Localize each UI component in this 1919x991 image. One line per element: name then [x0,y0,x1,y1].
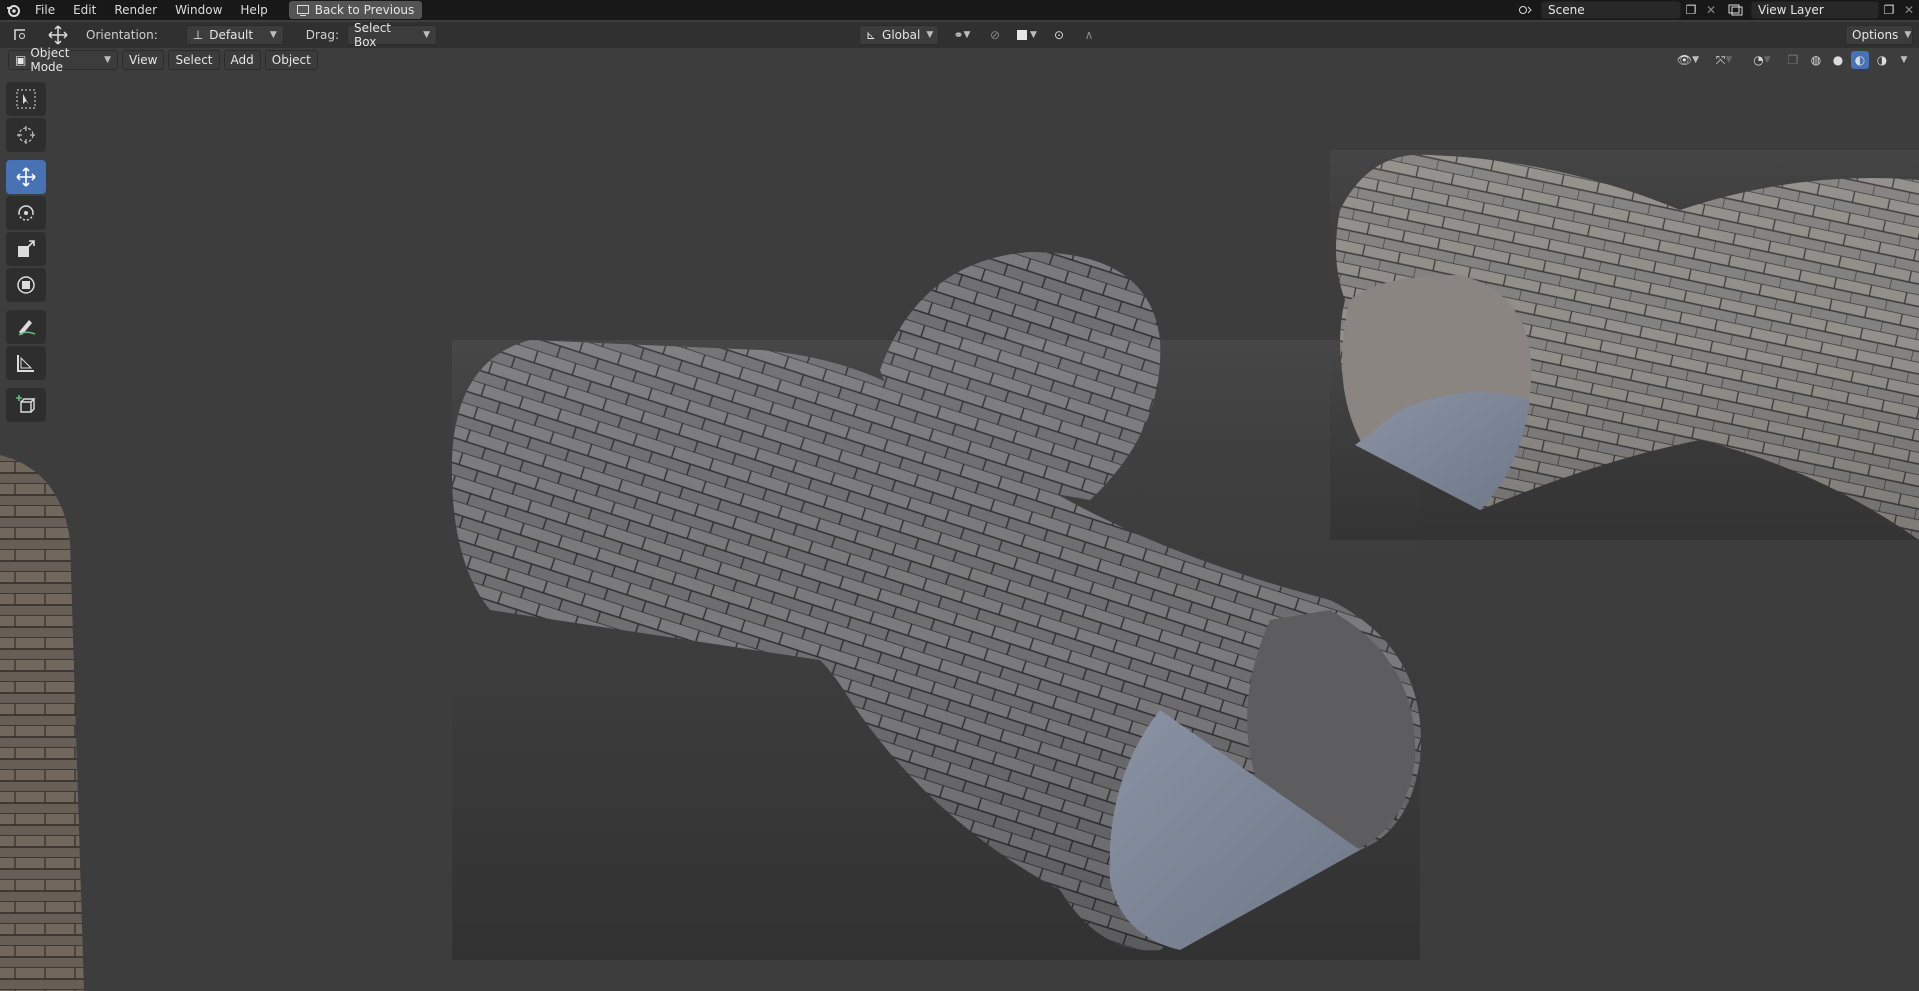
shading-options-icon[interactable]: ▼ [1895,55,1913,65]
close-view-layer-icon[interactable]: ✕ [1899,3,1919,17]
chevron-down-icon: ▼ [926,30,934,40]
orientation-dropdown[interactable]: ⊥ Default ▼ [185,25,284,45]
scene-name: Scene [1548,3,1585,17]
drag-value: Select Box [353,21,392,49]
scene-field[interactable]: Scene [1541,1,1681,19]
wireframe-shading-icon[interactable]: ◍ [1807,53,1825,67]
tool-settings-icon[interactable] [8,28,36,42]
move-icon[interactable] [6,160,46,194]
snap-icon[interactable]: ⊘ [985,28,1005,42]
view-layer-field[interactable]: View Layer [1751,1,1879,19]
menu-help[interactable]: Help [231,0,276,20]
falloff-icon[interactable]: ∧ [1077,28,1101,42]
rendered-shading-icon[interactable]: ◑ [1873,53,1891,67]
viewport-header: ▣ Object Mode ▼ View Select Add Object 👁… [0,46,1919,74]
tool-shelf [6,82,48,424]
menu-add[interactable]: Add [223,50,261,70]
back-to-previous-button[interactable]: Back to Previous [288,1,423,19]
view-layer-name: View Layer [1758,3,1824,17]
mode-value: Object Mode [30,46,70,74]
screen-icon [296,4,309,16]
chevron-down-icon: ▼ [423,30,430,40]
xray-icon[interactable]: ❐ [1783,53,1803,67]
right-pipe-mesh[interactable] [1330,150,1919,540]
menu-select-label: Select [175,53,213,67]
copy-scene-icon[interactable]: ❐ [1681,3,1701,17]
top-bar: File Edit Render Window Help Back to Pre… [0,0,1919,20]
overlays-icon[interactable]: ◔ ▼ [1745,53,1779,67]
menu-window[interactable]: Window [166,0,231,20]
annotate-icon[interactable] [6,310,46,344]
transform-icon[interactable] [6,268,46,302]
solid-shading-icon[interactable]: ● [1829,53,1847,67]
move-tool-indicator-icon [44,25,72,45]
chevron-down-icon: ▼ [104,55,111,65]
copy-view-layer-icon[interactable]: ❐ [1879,3,1899,17]
gizmo-icon[interactable]: ⤧ ▼ [1707,53,1741,68]
options-dropdown[interactable]: Options ▼ [1845,25,1913,45]
3d-viewport[interactable] [0,0,1919,991]
transform-orientation-value: Global [882,28,921,42]
menu-edit[interactable]: Edit [64,0,105,20]
orientation-value: Default [209,28,254,42]
orientation-label: Orientation: [86,28,158,42]
global-axis-icon: ⊾ [865,28,877,42]
chevron-down-icon: ▼ [1904,30,1912,40]
cursor-icon[interactable] [6,118,46,152]
drag-dropdown[interactable]: Select Box ▼ [346,21,437,49]
menu-render[interactable]: Render [105,0,166,20]
y-pipe-mesh[interactable] [451,252,1421,960]
menu-view-label: View [129,53,158,67]
drag-label: Drag: [305,28,339,42]
mode-dropdown[interactable]: ▣ Object Mode ▼ [8,46,118,74]
material-preview-shading-icon[interactable]: ◐ [1851,51,1869,69]
menu-view[interactable]: View [122,50,165,70]
back-to-previous-label: Back to Previous [314,3,415,17]
menu-object[interactable]: Object [264,50,318,70]
view-layer-icon[interactable] [1721,4,1751,16]
tool-header: Orientation: ⊥ Default ▼ Drag: Select Bo… [0,21,1919,49]
select-box-icon[interactable] [6,82,46,116]
measure-icon[interactable] [6,346,46,380]
scene-icon[interactable] [1511,4,1541,16]
rotate-icon[interactable] [6,196,46,230]
options-label: Options [1852,28,1899,42]
add-cube-icon[interactable] [6,388,46,422]
menu-file[interactable]: File [26,0,64,20]
transform-orientation-dropdown[interactable]: ⊾ Global ▼ [858,25,939,45]
orientation-axis-icon: ⊥ [192,28,204,42]
visibility-eye-icon[interactable]: 👁 ▼ [1673,53,1703,67]
snap-target-icon[interactable]: ▼ [1013,30,1041,40]
blender-logo-icon[interactable] [0,0,26,20]
close-scene-icon[interactable]: ✕ [1701,3,1721,17]
left-pipe-mesh[interactable] [0,455,84,991]
chevron-down-icon: ▼ [269,30,277,40]
object-mode-icon: ▣ [15,53,27,67]
proportional-editing-icon[interactable]: ⊙ [1049,28,1069,42]
menu-select[interactable]: Select [168,50,220,70]
scale-icon[interactable] [6,232,46,266]
menu-add-label: Add [230,53,254,67]
menu-object-label: Object [271,53,311,67]
pivot-point-icon[interactable]: ⚭ ▼ [947,28,977,42]
